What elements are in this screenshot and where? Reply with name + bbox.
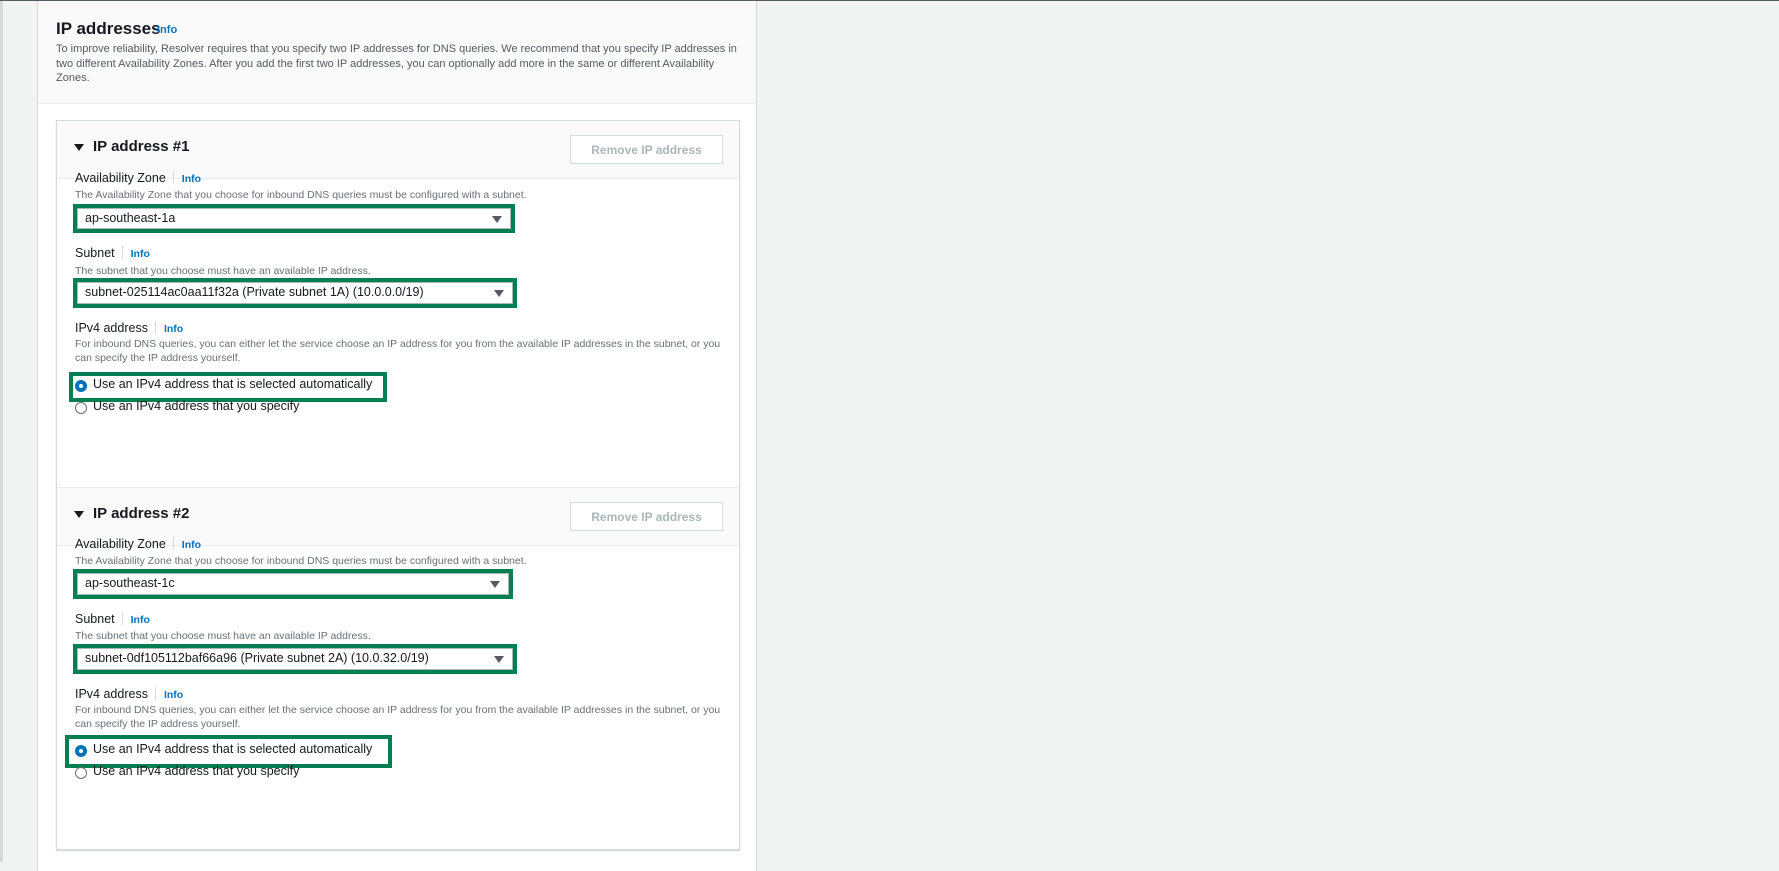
caret-down-icon[interactable] <box>74 144 84 151</box>
az-2-label-row: Availability Zone Info <box>75 537 201 551</box>
ip-address-1-title[interactable]: IP address #1 <box>93 138 189 155</box>
az-1-label-row: Availability Zone Info <box>75 171 201 185</box>
az-1-info-link[interactable]: Info <box>182 173 201 185</box>
subnet-2-value: subnet-0df105112baf66a96 (Private subnet… <box>85 651 429 665</box>
radio-checked-icon[interactable] <box>75 380 87 392</box>
ip-addresses-container: IP addresses Info To improve reliability… <box>37 1 757 871</box>
az-2-select[interactable]: ap-southeast-1c <box>77 573 509 595</box>
ipv4-2-label: IPv4 address <box>75 687 148 701</box>
subnet-1-value: subnet-025114ac0aa11f32a (Private subnet… <box>85 285 424 299</box>
ip-address-list: IP address #1 Remove IP address Availabi… <box>56 120 740 850</box>
ipv4-1-description: For inbound DNS queries, you can either … <box>75 338 721 364</box>
subnet-2-select[interactable]: subnet-0df105112baf66a96 (Private subnet… <box>77 648 513 670</box>
ipv4-2-description: For inbound DNS queries, you can either … <box>75 704 721 730</box>
subnet-1-info-link[interactable]: Info <box>131 248 150 260</box>
az-1-select[interactable]: ap-southeast-1a <box>77 208 511 229</box>
subnet-1-label: Subnet <box>75 246 115 260</box>
az-1-label: Availability Zone <box>75 171 166 185</box>
ipv4-1-info-link[interactable]: Info <box>164 323 183 335</box>
subnet-1-select[interactable]: subnet-025114ac0aa11f32a (Private subnet… <box>77 282 513 304</box>
subnet-2-info-link[interactable]: Info <box>131 614 150 626</box>
subnet-1-description: The subnet that you choose must have an … <box>75 265 371 277</box>
caret-down-icon <box>494 290 504 297</box>
caret-down-icon <box>494 656 504 663</box>
az-1-highlight: ap-southeast-1a <box>73 204 515 233</box>
divider <box>121 246 123 259</box>
caret-down-icon <box>492 216 502 223</box>
subnet-2-highlight: subnet-0df105112baf66a96 (Private subnet… <box>73 644 517 674</box>
radio-unchecked-icon[interactable] <box>75 402 87 414</box>
az-2-label: Availability Zone <box>75 537 166 551</box>
radio-checked-icon[interactable] <box>75 745 87 757</box>
subnet-1-highlight: subnet-025114ac0aa11f32a (Private subnet… <box>73 278 517 308</box>
az-2-info-link[interactable]: Info <box>182 539 201 551</box>
caret-down-icon[interactable] <box>74 511 84 518</box>
ipv4-1-label: IPv4 address <box>75 321 148 335</box>
ip-addresses-header: IP addresses Info To improve reliability… <box>38 1 756 104</box>
ipv4-1-label-row: IPv4 address Info <box>75 321 183 335</box>
caret-down-icon <box>490 581 500 588</box>
subnet-2-description: The subnet that you choose must have an … <box>75 630 371 642</box>
az-2-highlight: ap-southeast-1c <box>73 569 513 599</box>
divider <box>172 171 174 184</box>
ipv4-2-info-link[interactable]: Info <box>164 689 183 701</box>
az-2-value: ap-southeast-1c <box>85 576 175 590</box>
ipv4-1-option-auto-label: Use an IPv4 address that is selected aut… <box>93 377 373 391</box>
section-title: IP addresses <box>56 19 161 38</box>
divider <box>154 687 156 700</box>
divider <box>121 612 123 625</box>
section-info-link[interactable]: Info <box>157 24 177 36</box>
subnet-2-label-row: Subnet Info <box>75 612 150 626</box>
ipv4-2-option-specify-label: Use an IPv4 address that you specify <box>93 764 300 778</box>
divider <box>154 321 156 334</box>
section-description: To improve reliability, Resolver require… <box>56 43 737 84</box>
radio-unchecked-icon[interactable] <box>75 767 87 779</box>
remove-ip-address-2-button[interactable]: Remove IP address <box>570 502 723 531</box>
left-gutter <box>3 1 37 862</box>
ipv4-2-label-row: IPv4 address Info <box>75 687 183 701</box>
subnet-1-label-row: Subnet Info <box>75 246 150 260</box>
ip-address-2-title[interactable]: IP address #2 <box>93 505 189 522</box>
ipv4-2-option-auto-label: Use an IPv4 address that is selected aut… <box>93 742 373 756</box>
az-2-description: The Availability Zone that you choose fo… <box>75 555 527 567</box>
ipv4-1-option-specify-label: Use an IPv4 address that you specify <box>93 399 300 413</box>
az-1-description: The Availability Zone that you choose fo… <box>75 189 527 201</box>
divider <box>172 537 174 550</box>
subnet-2-label: Subnet <box>75 612 115 626</box>
remove-ip-address-1-button[interactable]: Remove IP address <box>570 135 723 164</box>
az-1-value: ap-southeast-1a <box>85 211 176 225</box>
